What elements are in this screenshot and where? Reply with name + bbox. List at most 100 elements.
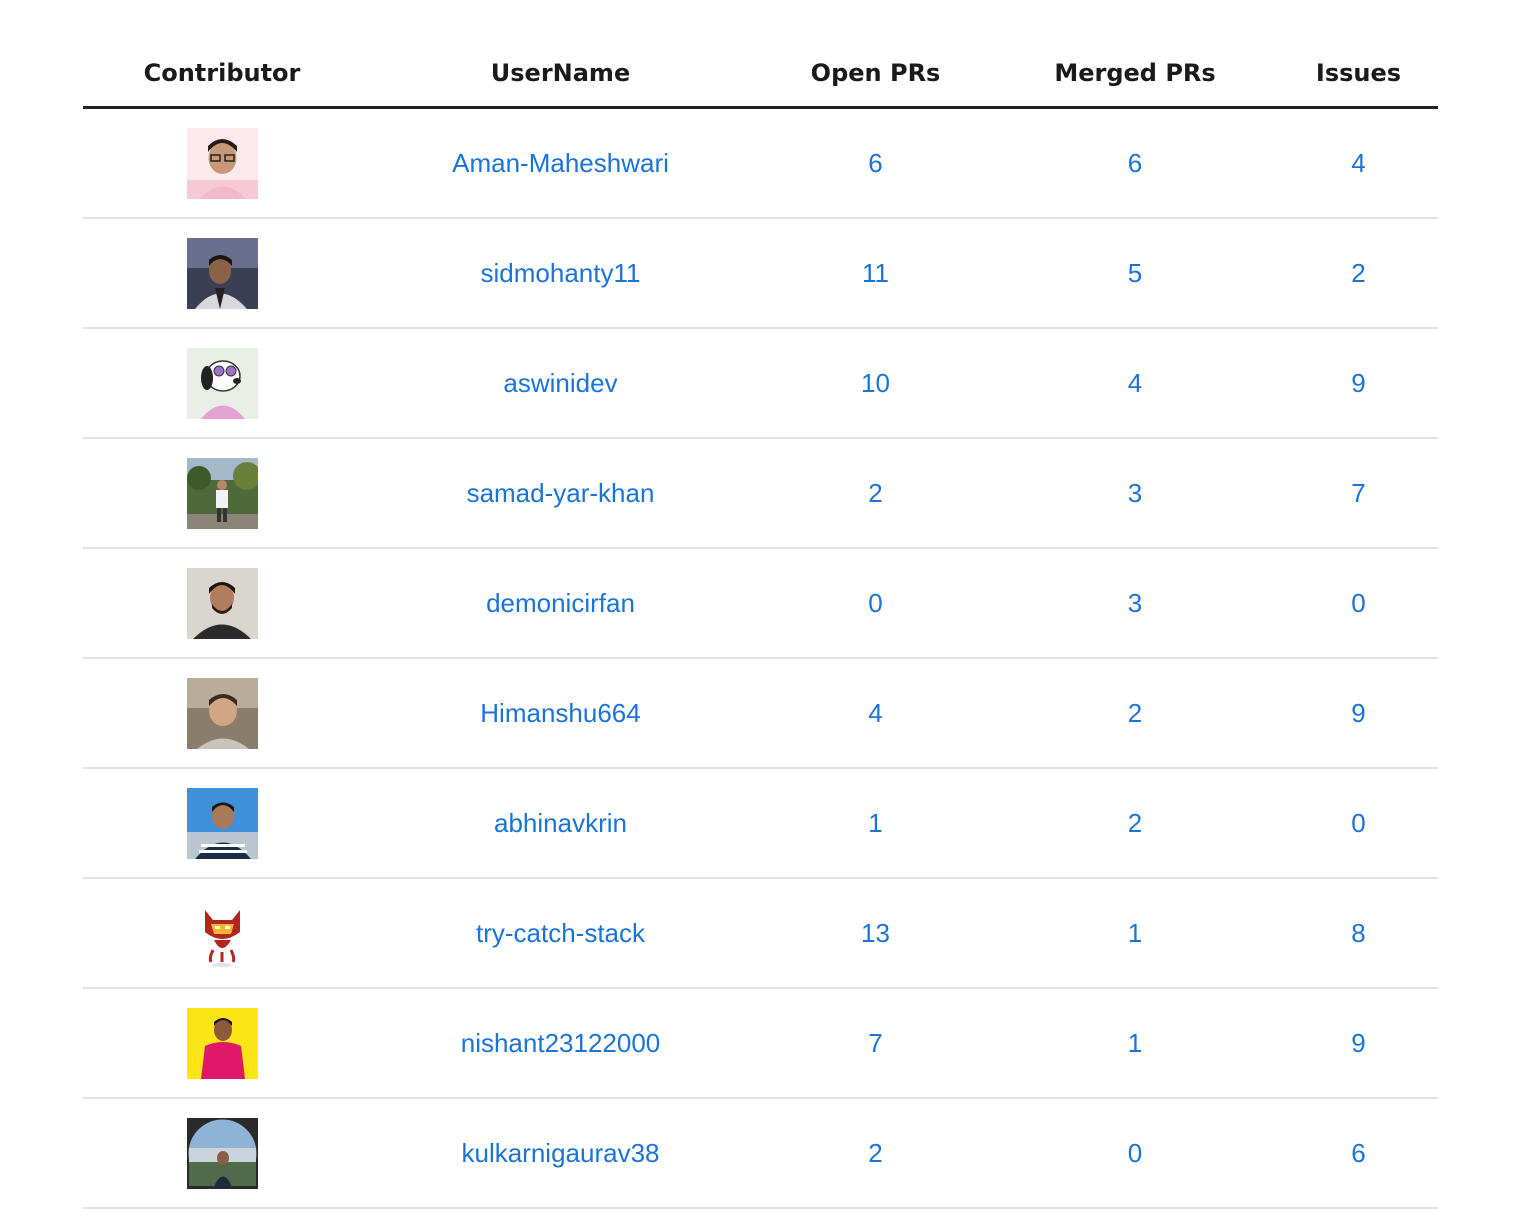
merged-prs-count: 0 [1127, 1137, 1143, 1168]
issues-count: 0 [1351, 807, 1366, 838]
merged-prs-count: 6 [1127, 147, 1143, 178]
open-prs-count: 4 [868, 697, 883, 728]
merged-prs-cell: 3 [991, 438, 1279, 549]
avatar[interactable] [186, 677, 258, 749]
open-prs-cell: 13 [760, 878, 991, 989]
contributor-cell [83, 107, 361, 219]
username-cell: demonicirfan [361, 548, 760, 659]
merged-prs-count: 4 [1127, 367, 1143, 398]
merged-prs-cell: 2 [991, 768, 1279, 879]
avatar[interactable] [186, 237, 258, 309]
merged-prs-cell: 0 [991, 1098, 1279, 1209]
contributor-cell [83, 328, 361, 439]
contributor-cell [83, 768, 361, 879]
merged-prs-cell: 5 [991, 218, 1279, 329]
contributors-table: Contributor UserName Open PRs Merged PRs… [83, 40, 1438, 1209]
table-row: demonicirfan 0 3 0 [83, 548, 1438, 659]
merged-prs-cell: 4 [991, 328, 1279, 439]
issues-cell: 0 [1279, 768, 1438, 879]
username-link[interactable]: kulkarnigaurav38 [461, 1138, 659, 1168]
contributor-cell [83, 548, 361, 659]
merged-prs-cell: 6 [991, 107, 1279, 219]
column-header-contributor: Contributor [83, 40, 361, 109]
open-prs-count: 6 [868, 147, 883, 178]
merged-prs-count: 5 [1127, 257, 1143, 288]
open-prs-cell: 7 [760, 988, 991, 1099]
merged-prs-count: 2 [1127, 697, 1143, 728]
open-prs-cell: 10 [760, 328, 991, 439]
username-cell: sidmohanty11 [361, 218, 760, 329]
open-prs-count: 7 [868, 1027, 883, 1058]
username-link[interactable]: demonicirfan [486, 588, 635, 618]
issues-count: 2 [1351, 257, 1366, 288]
open-prs-cell: 6 [760, 107, 991, 219]
issues-cell: 9 [1279, 328, 1438, 439]
username-cell: nishant23122000 [361, 988, 760, 1099]
issues-count: 6 [1351, 1137, 1366, 1168]
issues-cell: 9 [1279, 988, 1438, 1099]
merged-prs-count: 2 [1127, 807, 1143, 838]
username-link[interactable]: samad-yar-khan [467, 478, 655, 508]
table-row: sidmohanty11 11 5 2 [83, 218, 1438, 329]
issues-cell: 6 [1279, 1098, 1438, 1209]
table-row: samad-yar-khan 2 3 7 [83, 438, 1438, 549]
username-cell: Aman-Maheshwari [361, 107, 760, 219]
merged-prs-count: 3 [1127, 477, 1143, 508]
avatar[interactable] [186, 347, 258, 419]
merged-prs-cell: 3 [991, 548, 1279, 659]
contributor-cell [83, 438, 361, 549]
open-prs-count: 10 [861, 367, 890, 398]
open-prs-cell: 1 [760, 768, 991, 879]
open-prs-count: 13 [861, 917, 890, 948]
table-row: aswinidev 10 4 9 [83, 328, 1438, 439]
open-prs-count: 2 [868, 477, 883, 508]
username-link[interactable]: try-catch-stack [476, 918, 645, 948]
issues-cell: 7 [1279, 438, 1438, 549]
open-prs-cell: 2 [760, 1098, 991, 1209]
avatar[interactable] [186, 567, 258, 639]
issues-cell: 9 [1279, 658, 1438, 769]
issues-count: 9 [1351, 367, 1366, 398]
avatar[interactable] [186, 1007, 258, 1079]
issues-count: 4 [1351, 147, 1366, 178]
avatar[interactable] [186, 897, 258, 969]
table-row: Himanshu664 4 2 9 [83, 658, 1438, 769]
username-link[interactable]: Aman-Maheshwari [452, 148, 669, 178]
avatar[interactable] [186, 457, 258, 529]
table-body: Aman-Maheshwari 6 6 4 sidmohanty11 11 5 … [83, 107, 1438, 1209]
column-header-merged-prs: Merged PRs [991, 40, 1279, 109]
username-link[interactable]: abhinavkrin [494, 808, 627, 838]
username-cell: abhinavkrin [361, 768, 760, 879]
table-row: nishant23122000 7 1 9 [83, 988, 1438, 1099]
open-prs-count: 2 [868, 1137, 883, 1168]
column-header-username: UserName [361, 40, 760, 109]
username-link[interactable]: Himanshu664 [480, 698, 640, 728]
column-header-issues: Issues [1279, 40, 1438, 109]
issues-count: 9 [1351, 697, 1366, 728]
avatar[interactable] [186, 1117, 258, 1189]
open-prs-count: 1 [868, 807, 883, 838]
contributors-table-container: Contributor UserName Open PRs Merged PRs… [83, 40, 1438, 1209]
contributor-cell [83, 1098, 361, 1209]
username-cell: Himanshu664 [361, 658, 760, 769]
issues-count: 9 [1351, 1027, 1366, 1058]
avatar[interactable] [186, 787, 258, 859]
column-header-open-prs: Open PRs [760, 40, 991, 109]
table-header: Contributor UserName Open PRs Merged PRs… [83, 40, 1438, 109]
username-link[interactable]: aswinidev [503, 368, 617, 398]
open-prs-cell: 2 [760, 438, 991, 549]
issues-count: 0 [1351, 587, 1366, 618]
issues-cell: 8 [1279, 878, 1438, 989]
username-cell: aswinidev [361, 328, 760, 439]
table-row: abhinavkrin 1 2 0 [83, 768, 1438, 879]
avatar[interactable] [186, 127, 258, 199]
merged-prs-cell: 1 [991, 988, 1279, 1099]
username-link[interactable]: nishant23122000 [461, 1028, 661, 1058]
open-prs-cell: 11 [760, 218, 991, 329]
issues-cell: 2 [1279, 218, 1438, 329]
issues-cell: 4 [1279, 107, 1438, 219]
username-cell: try-catch-stack [361, 878, 760, 989]
username-link[interactable]: sidmohanty11 [481, 258, 641, 288]
open-prs-cell: 0 [760, 548, 991, 659]
table-row: kulkarnigaurav38 2 0 6 [83, 1098, 1438, 1209]
